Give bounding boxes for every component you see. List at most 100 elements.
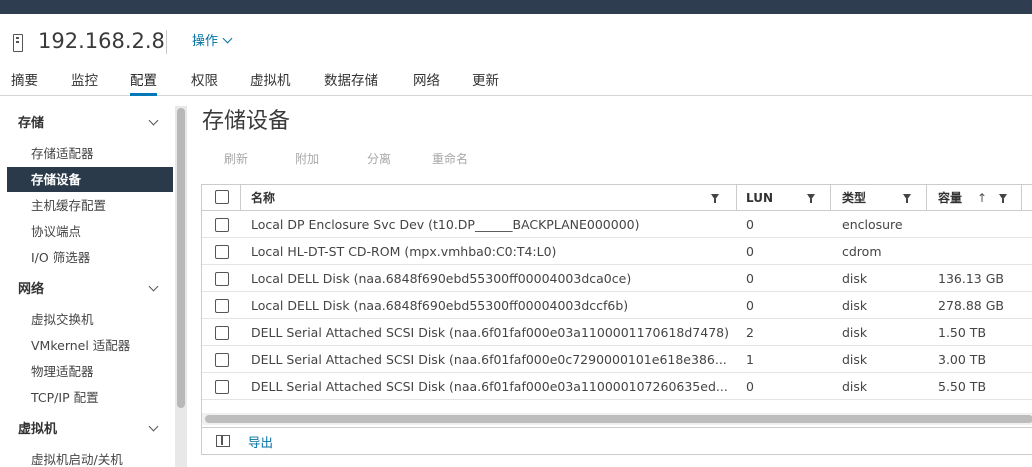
device-name: DELL Serial Attached SCSI Disk (naa.6f01… [251, 352, 727, 367]
device-type: disk [842, 271, 868, 286]
tab-datastores[interactable]: 数据存储 [324, 72, 378, 90]
device-lun: 0 [746, 379, 754, 394]
device-name: DELL Serial Attached SCSI Disk (naa.6f01… [251, 379, 728, 394]
scrollbar-thumb[interactable] [177, 108, 185, 408]
row-checkbox[interactable] [215, 380, 229, 394]
device-name: Local HL-DT-ST CD-ROM (mpx.vmhba0:C0:T4:… [251, 244, 557, 259]
column-separator [1021, 185, 1022, 211]
sidebar-item-vmkernel-adapters[interactable]: VMkernel 适配器 [7, 333, 173, 358]
table-row[interactable]: Local DELL Disk (naa.6848f690ebd55300ff0… [202, 292, 1032, 319]
actions-menu-button[interactable]: 操作 [192, 33, 233, 51]
column-separator [736, 185, 737, 211]
attach-button[interactable]: 附加 [295, 151, 319, 167]
tab-permissions[interactable]: 权限 [191, 72, 218, 90]
config-sidebar: 存储 存储适配器 存储设备 主机缓存配置 协议端点 I/O 筛选器 网络 虚拟交… [0, 104, 190, 467]
device-lun: 0 [746, 298, 754, 313]
row-checkbox[interactable] [215, 353, 229, 367]
device-lun: 1 [746, 352, 754, 367]
table-row[interactable]: Local DP Enclosure Svc Dev (t10.DP______… [202, 211, 1032, 238]
column-toggle-icon[interactable] [216, 435, 230, 447]
table-row[interactable]: DELL Serial Attached SCSI Disk (naa.6f01… [202, 373, 1032, 400]
sidebar-scrollbar[interactable] [175, 106, 187, 467]
sidebar-item-io-filters[interactable]: I/O 筛选器 [7, 245, 173, 270]
column-separator [240, 185, 241, 211]
table-row[interactable]: Local DELL Disk (naa.6848f690ebd55300ff0… [202, 265, 1032, 292]
column-separator [830, 185, 831, 211]
device-lun: 0 [746, 244, 754, 259]
sidebar-item-storage-adapters[interactable]: 存储适配器 [7, 141, 173, 166]
rename-button[interactable]: 重命名 [432, 151, 468, 167]
header-divider [166, 30, 167, 54]
grid-footer: 导出 [202, 427, 1032, 456]
device-capacity: 136.13 GB [938, 271, 1004, 286]
device-lun: 0 [746, 217, 754, 232]
sort-ascending-icon[interactable]: ↑ [977, 190, 987, 206]
device-capacity: 3.00 TB [938, 352, 987, 367]
device-capacity: 278.88 GB [938, 298, 1004, 313]
device-name: Local DELL Disk (naa.6848f690ebd55300ff0… [251, 271, 632, 286]
device-type: disk [842, 298, 868, 313]
sidebar-item-storage-devices[interactable]: 存储设备 [7, 167, 173, 192]
device-type: disk [842, 325, 868, 340]
table-row[interactable]: DELL Serial Attached SCSI Disk (naa.6f01… [202, 319, 1032, 346]
device-lun: 0 [746, 271, 754, 286]
tab-summary[interactable]: 摘要 [11, 72, 38, 90]
filter-icon[interactable] [903, 194, 911, 203]
export-button[interactable]: 导出 [248, 434, 273, 451]
table-row[interactable]: Local HL-DT-ST CD-ROM (mpx.vmhba0:C0:T4:… [202, 238, 1032, 265]
host-header: 192.168.2.8 操作 [0, 14, 1032, 66]
sidebar-item-tcpip-config[interactable]: TCP/IP 配置 [7, 385, 173, 410]
column-separator [926, 185, 927, 211]
device-capacity: 1.50 TB [938, 325, 987, 340]
host-title: 192.168.2.8 [38, 29, 165, 53]
filter-icon[interactable] [807, 194, 815, 203]
sidebar-section-vms[interactable]: 虚拟机 [0, 418, 173, 442]
sidebar-item-virtual-switches[interactable]: 虚拟交换机 [7, 307, 173, 332]
tab-networks[interactable]: 网络 [413, 72, 440, 90]
storage-devices-grid: 名称 LUN 类型 容量 ↑ Local DP Enclosure Svc De… [201, 184, 1032, 455]
device-type: cdrom [842, 244, 882, 259]
tab-monitor[interactable]: 监控 [71, 72, 98, 90]
page-title: 存储设备 [202, 109, 291, 134]
filter-icon[interactable] [999, 194, 1007, 203]
table-row[interactable]: DELL Serial Attached SCSI Disk (naa.6f01… [202, 346, 1032, 373]
device-capacity: 5.50 TB [938, 379, 987, 394]
grid-horizontal-scrollbar[interactable] [202, 413, 1032, 425]
server-icon [13, 34, 23, 52]
select-all-checkbox[interactable] [215, 190, 229, 204]
row-checkbox[interactable] [215, 218, 229, 232]
tab-vms[interactable]: 虚拟机 [250, 72, 291, 90]
column-header-capacity[interactable]: 容量 [938, 190, 962, 206]
tab-bar: 摘要 监控 配置 权限 虚拟机 数据存储 网络 更新 [0, 66, 1032, 96]
tab-configure[interactable]: 配置 [130, 72, 157, 96]
scrollbar-thumb[interactable] [205, 415, 1032, 423]
chevron-down-icon [222, 33, 233, 44]
device-type: disk [842, 379, 868, 394]
row-checkbox[interactable] [215, 326, 229, 340]
chevron-down-icon [148, 421, 159, 432]
sidebar-item-protocol-endpoints[interactable]: 协议端点 [7, 219, 173, 244]
row-checkbox[interactable] [215, 299, 229, 313]
row-checkbox[interactable] [215, 272, 229, 286]
row-checkbox[interactable] [215, 245, 229, 259]
section-label: 网络 [18, 282, 45, 297]
tab-updates[interactable]: 更新 [472, 72, 499, 90]
sidebar-section-storage[interactable]: 存储 [0, 112, 173, 136]
column-header-name[interactable]: 名称 [251, 190, 275, 206]
chevron-down-icon [148, 281, 159, 292]
column-header-type[interactable]: 类型 [842, 190, 866, 206]
device-lun: 2 [746, 325, 754, 340]
sidebar-item-host-cache[interactable]: 主机缓存配置 [7, 193, 173, 218]
refresh-button[interactable]: 刷新 [224, 151, 248, 167]
filter-icon[interactable] [711, 194, 719, 203]
chevron-down-icon [148, 115, 159, 126]
device-name: Local DELL Disk (naa.6848f690ebd55300ff0… [251, 298, 629, 313]
device-type: enclosure [842, 217, 903, 232]
sidebar-item-physical-adapters[interactable]: 物理适配器 [7, 359, 173, 384]
sidebar-item-vm-startup-shutdown[interactable]: 虚拟机启动/关机 [7, 447, 173, 467]
detach-button[interactable]: 分离 [367, 151, 391, 167]
column-header-lun[interactable]: LUN [746, 190, 773, 206]
sidebar-section-networking[interactable]: 网络 [0, 278, 173, 302]
grid-header: 名称 LUN 类型 容量 ↑ [202, 185, 1032, 211]
device-type: disk [842, 352, 868, 367]
